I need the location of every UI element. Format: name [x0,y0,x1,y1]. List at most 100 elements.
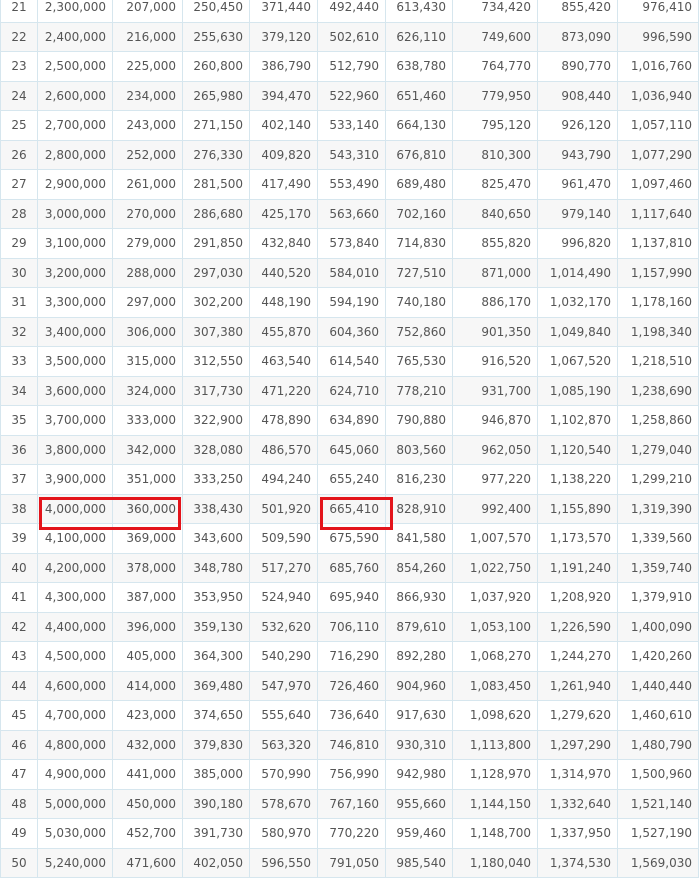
table-cell: 2,600,000 [37,80,113,111]
table-cell: 4,600,000 [37,670,113,701]
table-cell: 455,870 [249,316,318,347]
table-cell: 4,100,000 [37,523,113,554]
table-cell: 348,780 [182,552,250,583]
table-cell: 1,379,910 [617,582,699,613]
table-cell: 333,000 [112,405,183,436]
table-cell: 977,220 [452,464,538,495]
table-cell: 584,010 [317,257,386,288]
table-cell: 1,155,890 [537,493,618,524]
row-number: 41 [0,582,38,613]
table-cell: 996,820 [537,228,618,259]
row-number: 29 [0,228,38,259]
table-cell: 478,890 [249,405,318,436]
table-cell: 816,230 [385,464,453,495]
table-cell: 1,049,840 [537,316,618,347]
table-cell: 1,460,610 [617,700,699,731]
table-cell: 1,297,290 [537,729,618,760]
table-cell: 271,150 [182,110,250,141]
table-cell: 1,037,920 [452,582,538,613]
table-cell: 312,550 [182,346,250,377]
table-cell: 1,057,110 [617,110,699,141]
table-row: 22 2,400,000 216,000 255,630 379,120 502,610 6… [0,21,699,52]
table-cell: 1,128,970 [452,759,538,790]
table-cell: 425,170 [249,198,318,229]
table-cell: 3,900,000 [37,464,113,495]
table-cell: 955,660 [385,788,453,819]
table-cell: 555,640 [249,700,318,731]
row-number: 35 [0,405,38,436]
table-cell: 886,170 [452,287,538,318]
row-number: 30 [0,257,38,288]
table-cell: 778,210 [385,375,453,406]
table-cell: 614,540 [317,346,386,377]
table-cell: 270,000 [112,198,183,229]
table-cell: 1,016,760 [617,51,699,82]
table-cell: 4,300,000 [37,582,113,613]
table-cell: 1,420,260 [617,641,699,672]
row-number: 40 [0,552,38,583]
table-cell: 1,157,990 [617,257,699,288]
table-cell: 351,000 [112,464,183,495]
table-cell: 638,780 [385,51,453,82]
table-cell: 234,000 [112,80,183,111]
table-cell: 486,570 [249,434,318,465]
table-cell: 570,990 [249,759,318,790]
table-cell: 1,198,340 [617,316,699,347]
table-cell: 4,800,000 [37,729,113,760]
table-cell: 261,000 [112,169,183,200]
table-cell: 396,000 [112,611,183,642]
table-row: 26 2,800,000 252,000 276,330 409,820 543,310 6… [0,139,699,170]
table-cell: 243,000 [112,110,183,141]
table-cell: 1,097,460 [617,169,699,200]
table-cell: 675,590 [317,523,386,554]
table-row: 35 3,700,000 333,000 322,900 478,890 634,890 7… [0,405,699,436]
row-number: 38 [0,493,38,524]
table-cell: 3,200,000 [37,257,113,288]
table-row: 46 4,800,000 432,000 379,830 563,320 746,810 9… [0,729,699,760]
table-cell: 250,450 [182,0,250,23]
table-cell: 338,430 [182,493,250,524]
table-cell: 779,950 [452,80,538,111]
table-row: 50 5,240,000 471,600 402,050 596,550 791,050 9… [0,847,699,878]
table-cell: 1,400,090 [617,611,699,642]
table-cell: 1,226,590 [537,611,618,642]
table-cell: 509,590 [249,523,318,554]
row-number: 42 [0,611,38,642]
table-cell: 734,420 [452,0,538,23]
table-cell: 4,000,000 [37,493,113,524]
table-cell: 379,830 [182,729,250,760]
table-row: 25 2,700,000 243,000 271,150 402,140 533,140 6… [0,110,699,141]
table-cell: 1,085,190 [537,375,618,406]
table-cell: 996,590 [617,21,699,52]
table-cell: 276,330 [182,139,250,170]
table-cell: 1,258,860 [617,405,699,436]
table-cell: 892,280 [385,641,453,672]
row-number: 46 [0,729,38,760]
table-cell: 317,730 [182,375,250,406]
table-cell: 441,000 [112,759,183,790]
table-cell: 409,820 [249,139,318,170]
table-cell: 871,000 [452,257,538,288]
table-cell: 573,840 [317,228,386,259]
table-cell: 553,490 [317,169,386,200]
table-cell: 645,060 [317,434,386,465]
table-cell: 765,530 [385,346,453,377]
table-cell: 502,610 [317,21,386,52]
table-cell: 594,190 [317,287,386,318]
row-number: 23 [0,51,38,82]
table-cell: 931,700 [452,375,538,406]
table-cell: 547,970 [249,670,318,701]
table-row: 32 3,400,000 306,000 307,380 455,870 604,360 7… [0,316,699,347]
table-row: 40 4,200,000 378,000 348,780 517,270 685,760 8… [0,552,699,583]
table-cell: 1,261,940 [537,670,618,701]
row-number: 24 [0,80,38,111]
table-cell: 369,000 [112,523,183,554]
table-row: 39 4,100,000 369,000 343,600 509,590 675,590 8… [0,523,699,554]
table-cell: 281,500 [182,169,250,200]
table-cell: 926,120 [537,110,618,141]
table-cell: 702,160 [385,198,453,229]
row-number: 33 [0,346,38,377]
table-cell: 1,339,560 [617,523,699,554]
salary-table: 21 2,300,000 207,000 250,450 371,440 492,440 6… [0,0,699,878]
table-cell: 3,400,000 [37,316,113,347]
